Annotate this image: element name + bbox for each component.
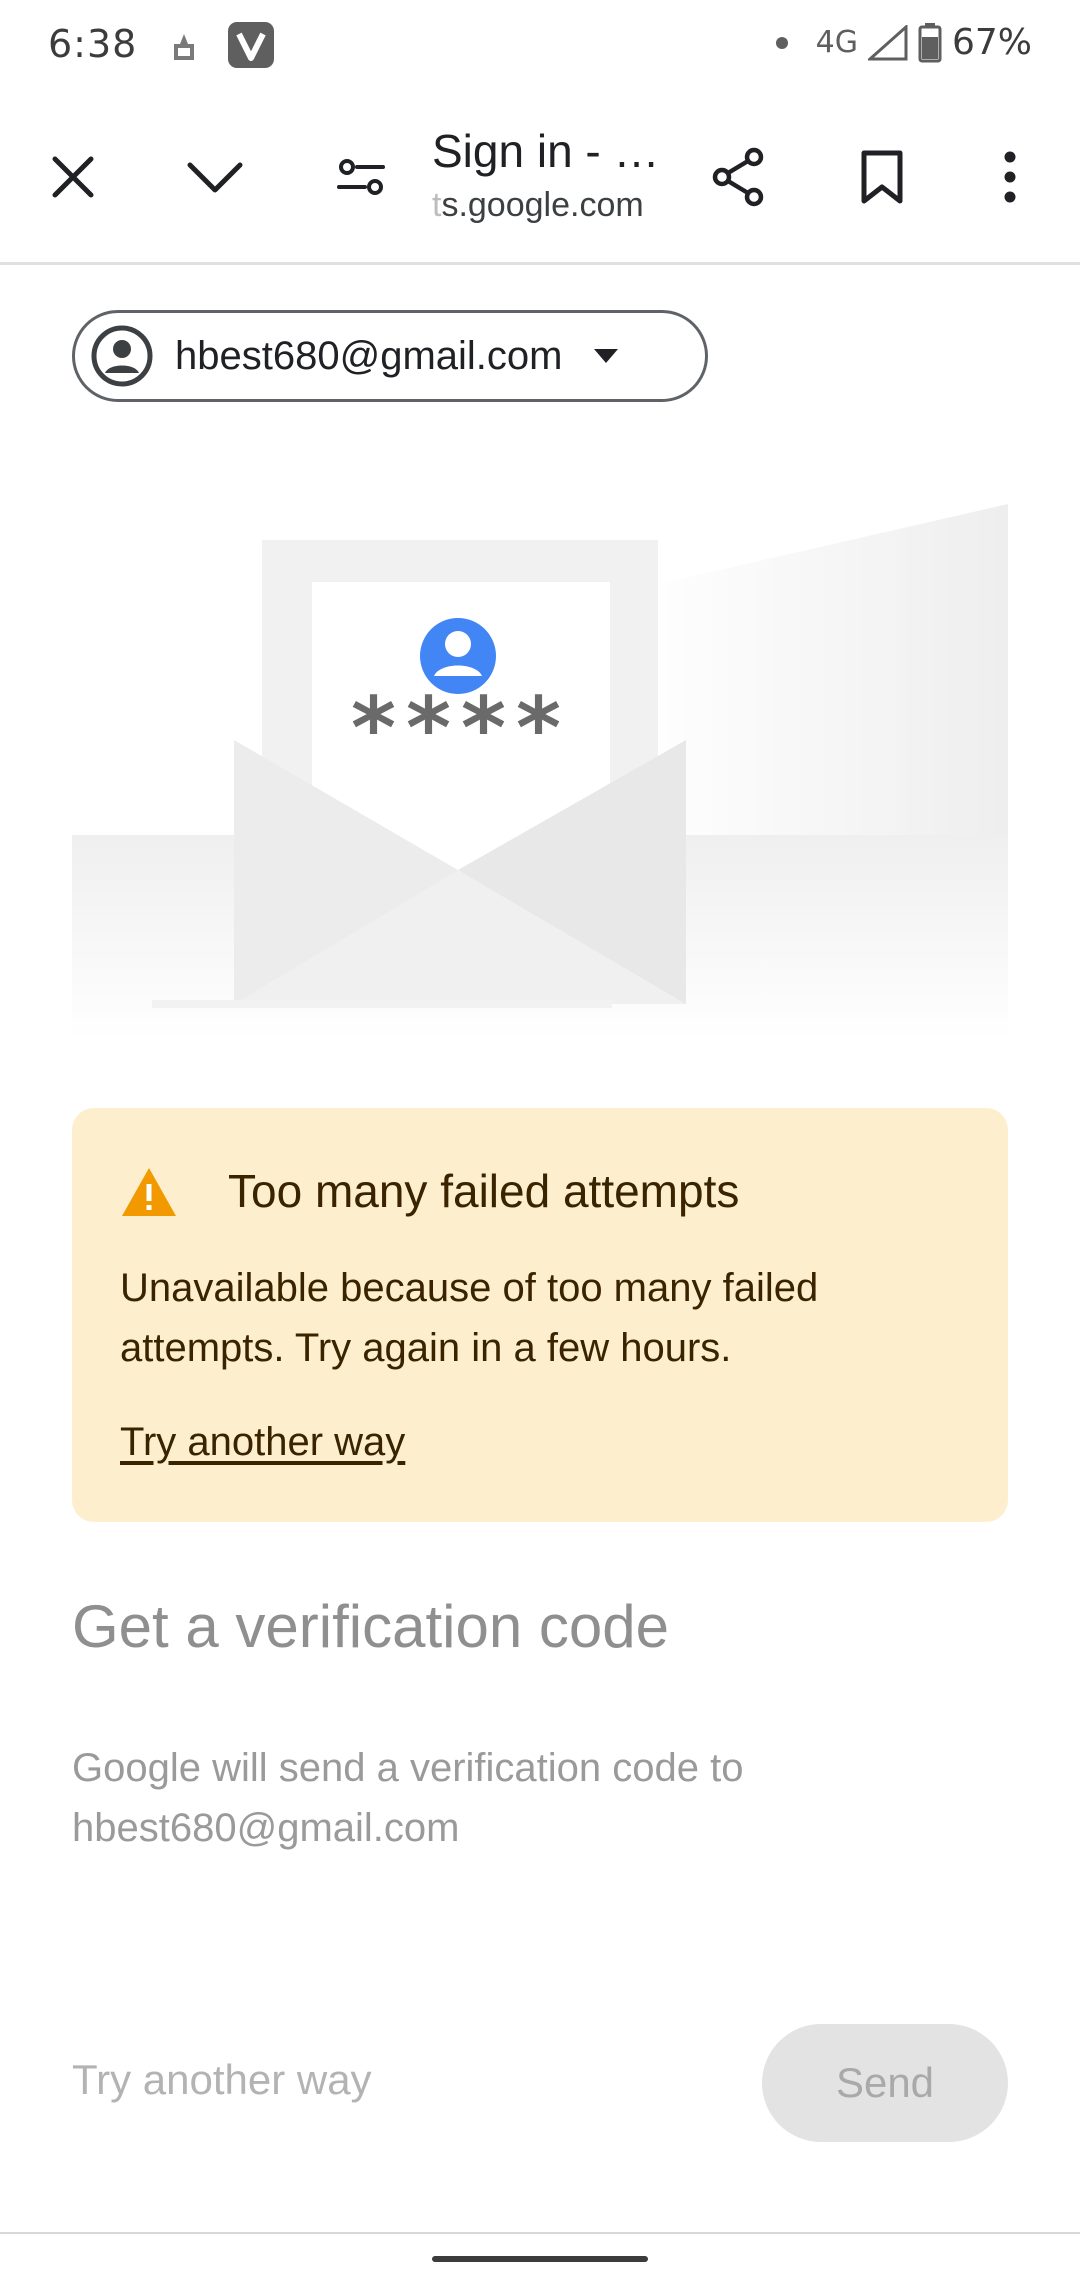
- notification-dot-icon: [775, 36, 788, 49]
- warning-body: Unavailable because of too many failed a…: [120, 1266, 819, 1370]
- close-button[interactable]: [38, 142, 108, 212]
- home-indicator[interactable]: [432, 2256, 648, 2262]
- page-title-area[interactable]: Sign in - … ts.google.com: [432, 124, 672, 225]
- status-bar: 6:38 4G 67%: [0, 0, 1080, 92]
- bottom-divider: [0, 2232, 1080, 2234]
- send-button[interactable]: Send: [762, 2024, 1008, 2142]
- verification-email: hbest680@gmail.com: [72, 1806, 460, 1850]
- notification-app-icon: [174, 34, 194, 60]
- verification-body: Google will send a verification code to …: [72, 1738, 972, 1858]
- failed-attempts-warning: Too many failed attempts Unavailable bec…: [72, 1108, 1008, 1522]
- v-app-icon: [228, 22, 274, 68]
- chevron-down-icon: [187, 162, 243, 193]
- signal-icon: [867, 24, 908, 60]
- close-icon: [52, 156, 94, 198]
- more-options-button[interactable]: [975, 142, 1045, 212]
- warning-icon: [122, 1168, 176, 1216]
- status-time: 6:38: [48, 22, 138, 66]
- more-vert-icon: [1004, 151, 1016, 203]
- network-type: 4G: [815, 25, 858, 60]
- minimize-button[interactable]: [180, 142, 250, 212]
- try-another-way-link[interactable]: Try another way: [120, 1420, 405, 1465]
- email-verification-illustration: ****: [72, 504, 1008, 1040]
- battery-percent: 67%: [951, 22, 1032, 63]
- page-url: ts.google.com: [432, 186, 672, 225]
- share-icon: [712, 147, 764, 207]
- browser-toolbar: Sign in - … ts.google.com: [0, 92, 1080, 265]
- tune-icon: [337, 159, 385, 195]
- bookmark-button[interactable]: [847, 142, 917, 212]
- bookmark-icon: [861, 150, 903, 204]
- page-info-button[interactable]: [326, 142, 396, 212]
- share-button[interactable]: [703, 142, 773, 212]
- account-circle-icon: [91, 325, 153, 387]
- verification-heading: Get a verification code: [72, 1593, 669, 1660]
- verification-body-line1: Google will send a verification code to: [72, 1746, 744, 1790]
- url-main-part: s.google.com: [441, 186, 644, 224]
- password-mask-text: ****: [351, 679, 571, 779]
- account-chip[interactable]: hbest680@gmail.com: [72, 310, 708, 402]
- warning-title: Too many failed attempts: [228, 1165, 740, 1217]
- caret-down-icon: [594, 349, 619, 363]
- try-another-way-button[interactable]: Try another way: [72, 2056, 372, 2104]
- account-email: hbest680@gmail.com: [175, 333, 563, 378]
- status-indicators: 4G 67%: [775, 22, 1032, 63]
- battery-icon: [918, 22, 942, 62]
- page-title: Sign in - …: [432, 125, 660, 177]
